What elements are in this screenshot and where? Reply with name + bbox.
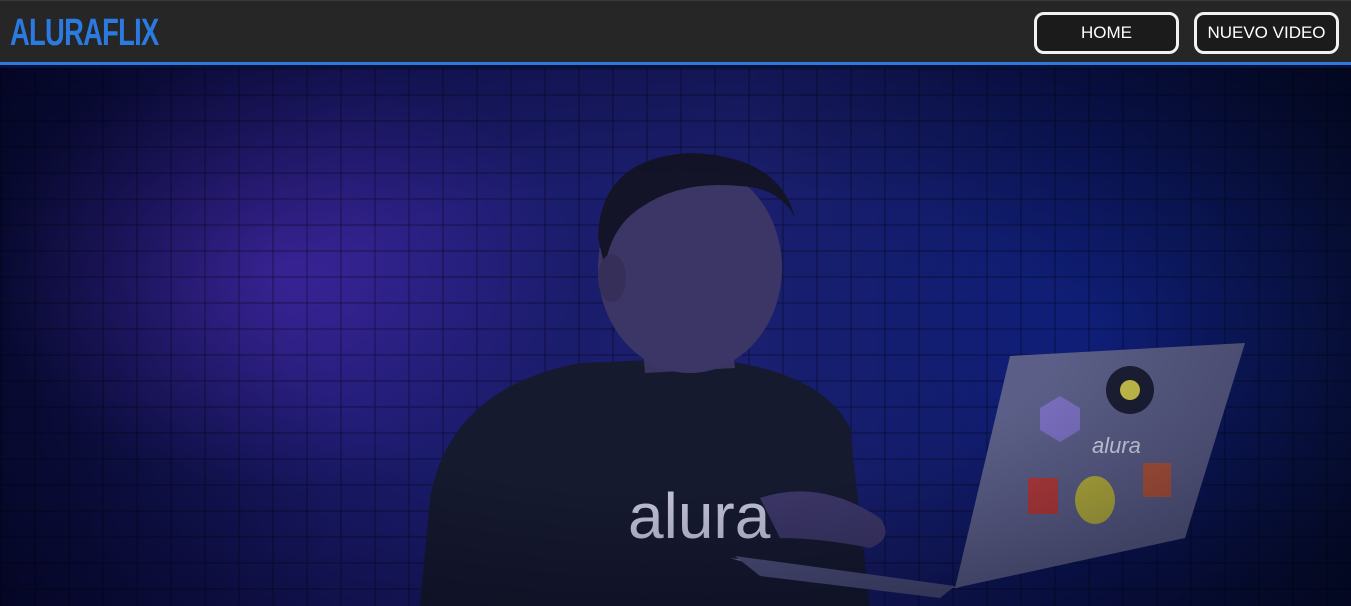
hero-dark-overlay <box>0 68 1351 606</box>
aluraflix-logo[interactable]: ALURAFLIX <box>10 9 159 57</box>
hero-banner: alura alura <box>0 68 1351 606</box>
new-video-button[interactable]: NUEVO VIDEO <box>1194 12 1339 54</box>
home-button[interactable]: HOME <box>1034 12 1179 54</box>
top-header: ALURAFLIX HOME NUEVO VIDEO <box>0 0 1351 65</box>
